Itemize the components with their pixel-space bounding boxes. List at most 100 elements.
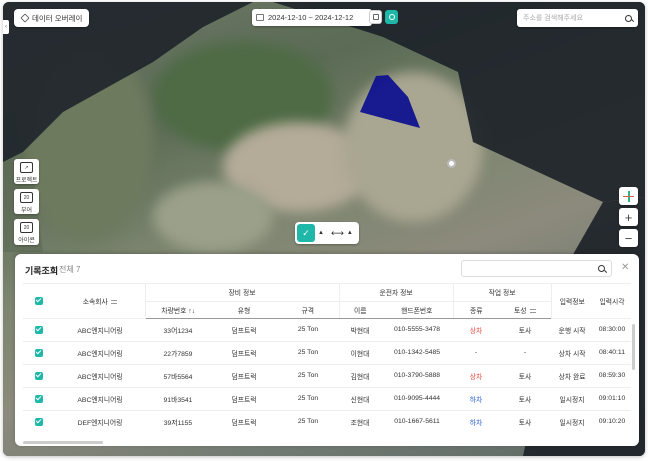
select-all-checkbox[interactable] <box>35 296 43 305</box>
export-icon: ↗ <box>20 162 33 173</box>
cell-soil: 토사 <box>499 410 552 433</box>
company-header[interactable]: 소속회사 <box>55 284 145 319</box>
records-table: 소속회사 장비 정보 운전자 정보 작업 정보 입력정보 입력시각 차량번호 ↑… <box>23 283 631 433</box>
cell-kind: - <box>453 341 500 365</box>
edit-check-icon: ✓ <box>302 227 310 238</box>
work-group-header: 작업 정보 <box>452 284 552 302</box>
select-all-cell[interactable] <box>23 284 55 319</box>
cell-input-time: 08:59:30 <box>593 364 631 388</box>
filter-icon[interactable] <box>529 308 536 313</box>
calendar-icon <box>256 14 264 21</box>
map-selected-area[interactable] <box>358 72 428 132</box>
input-info-header: 입력정보 <box>550 284 594 319</box>
row-select-cell[interactable] <box>23 364 55 388</box>
cell-soil: 토사 <box>499 387 552 411</box>
cell-type: 덤프트럭 <box>211 387 277 411</box>
crosshair-icon <box>623 190 634 202</box>
date-range-input[interactable]: 2024-12-10 ~ 2024-12-12 <box>252 9 372 26</box>
cell-input-info: 일시정지 <box>551 387 594 411</box>
cell-kind: 상차 <box>453 318 500 342</box>
company-header-label: 소속회사 <box>82 298 108 306</box>
cell-type: 덤프트럭 <box>211 318 277 342</box>
date-range-value: 2024-12-10 ~ 2024-12-12 <box>268 13 354 22</box>
cell-name: 김현대 <box>339 364 382 388</box>
fill-tool-label: 부어 <box>20 208 33 214</box>
chevron-up-icon[interactable]: ▲ <box>318 230 324 236</box>
row-select-cell[interactable] <box>23 318 55 342</box>
cell-phone: 010-1342-5485 <box>381 341 454 365</box>
cell-spec: 25 Ton <box>277 364 340 388</box>
reset-icon <box>372 14 379 20</box>
row-checkbox[interactable] <box>35 394 43 403</box>
name-header: 이름 <box>338 301 382 319</box>
locate-button[interactable] <box>619 187 638 205</box>
cell-company: ABC엔지니어링 <box>55 387 145 411</box>
phone-header: 핸드폰번호 <box>381 301 454 319</box>
icon-tool-button[interactable]: 20 아이콘 <box>14 219 39 245</box>
records-search-input[interactable] <box>461 260 612 277</box>
cell-vehicle-no: 91바3541 <box>145 387 211 411</box>
cell-kind: 하차 <box>453 410 500 433</box>
project-tool-button[interactable]: ↗ 프로젝트 <box>14 159 39 184</box>
cell-spec: 25 Ton <box>277 410 340 433</box>
badge-icon: 20 <box>20 192 33 203</box>
table-row[interactable]: ABC엔지니어링 91바3541 덤프트럭 25 Ton 신현대 010-9095-444… <box>23 387 631 411</box>
cell-soil: 토사 <box>499 318 552 342</box>
close-icon[interactable]: ✕ <box>621 262 629 273</box>
search-icon <box>388 14 395 20</box>
table-row[interactable]: ABC엔지니어링 33어1234 덤프트럭 25 Ton 박현대 010-5555-347… <box>23 318 631 342</box>
table-row[interactable]: ABC엔지니어링 57바5564 덤프트럭 25 Ton 김현대 010-3790-588… <box>23 364 631 388</box>
row-checkbox[interactable] <box>35 325 43 334</box>
cell-phone: 010-3790-5888 <box>381 364 454 388</box>
cell-input-time: 09:10:20 <box>593 410 631 433</box>
table-row[interactable]: ABC엔지니어링 22가7859 덤프트럭 25 Ton 이현대 010-1342-548… <box>23 341 631 365</box>
cell-name: 신현대 <box>339 387 382 411</box>
cell-input-info: 상차 완료 <box>551 364 594 388</box>
records-panel: 기록조회 전체 7 ✕ 소속회사 장비 정보 운전자 정보 작업 정보 입력정보… <box>15 254 639 446</box>
zoom-out-button[interactable]: − <box>619 229 638 247</box>
row-select-cell[interactable] <box>23 341 55 365</box>
soil-header[interactable]: 토성 <box>499 301 552 319</box>
search-icon[interactable] <box>598 265 605 272</box>
table-row[interactable]: DEF엔지니어링 39저1155 덤프트럭 25 Ton 조현대 010-1667-561… <box>23 410 631 433</box>
cell-input-time: 09:01:10 <box>593 387 631 411</box>
plus-icon: + <box>624 209 633 225</box>
filter-icon[interactable] <box>110 299 117 304</box>
zoom-in-button[interactable]: + <box>619 208 638 226</box>
cell-phone: 010-1667-5611 <box>381 410 454 433</box>
cell-input-time: 08:40:11 <box>593 341 631 365</box>
row-checkbox[interactable] <box>35 371 43 380</box>
project-tool-label: 프로젝트 <box>15 178 38 184</box>
row-checkbox[interactable] <box>35 348 43 357</box>
map-location-marker[interactable] <box>447 159 456 168</box>
cell-type: 덤프트럭 <box>211 341 277 365</box>
measure-line-icon[interactable]: ⟷ <box>331 228 344 239</box>
horizontal-scrollbar[interactable] <box>23 441 103 444</box>
spec-header: 규격 <box>277 301 340 319</box>
data-overlay-button[interactable]: 데이터 오버레이 <box>14 9 90 27</box>
panel-collapse-tab[interactable]: ‹ <box>3 20 9 34</box>
minus-icon: − <box>624 230 633 246</box>
cell-vehicle-no: 33어1234 <box>145 318 211 342</box>
soil-header-label: 토성 <box>514 307 527 315</box>
data-overlay-label: 데이터 오버레이 <box>32 13 83 23</box>
row-select-cell[interactable] <box>23 387 55 411</box>
search-icon[interactable] <box>625 14 632 22</box>
cell-vehicle-no: 57바5564 <box>145 364 211 388</box>
date-reset-button[interactable] <box>369 10 382 24</box>
address-search-input[interactable]: 주소를 검색해주세요 <box>517 9 638 27</box>
panel-title: 기록조회 <box>25 266 59 276</box>
row-checkbox[interactable] <box>35 417 43 426</box>
equipment-group-header: 장비 정보 <box>144 284 340 302</box>
row-select-cell[interactable] <box>23 410 55 433</box>
date-search-button[interactable] <box>385 10 398 24</box>
cell-name: 조현대 <box>339 410 382 433</box>
chevron-up-icon[interactable]: ▲ <box>347 230 353 236</box>
cell-spec: 25 Ton <box>277 318 340 342</box>
vertical-scrollbar[interactable] <box>632 324 635 370</box>
vehicle-no-header[interactable]: 차량번호 ↑↓ <box>144 301 211 319</box>
fill-tool-button[interactable]: 20 부어 <box>14 189 39 214</box>
polygon-draw-button[interactable]: ✓ <box>297 224 315 242</box>
layers-icon <box>20 13 30 23</box>
cell-vehicle-no: 22가7859 <box>145 341 211 365</box>
